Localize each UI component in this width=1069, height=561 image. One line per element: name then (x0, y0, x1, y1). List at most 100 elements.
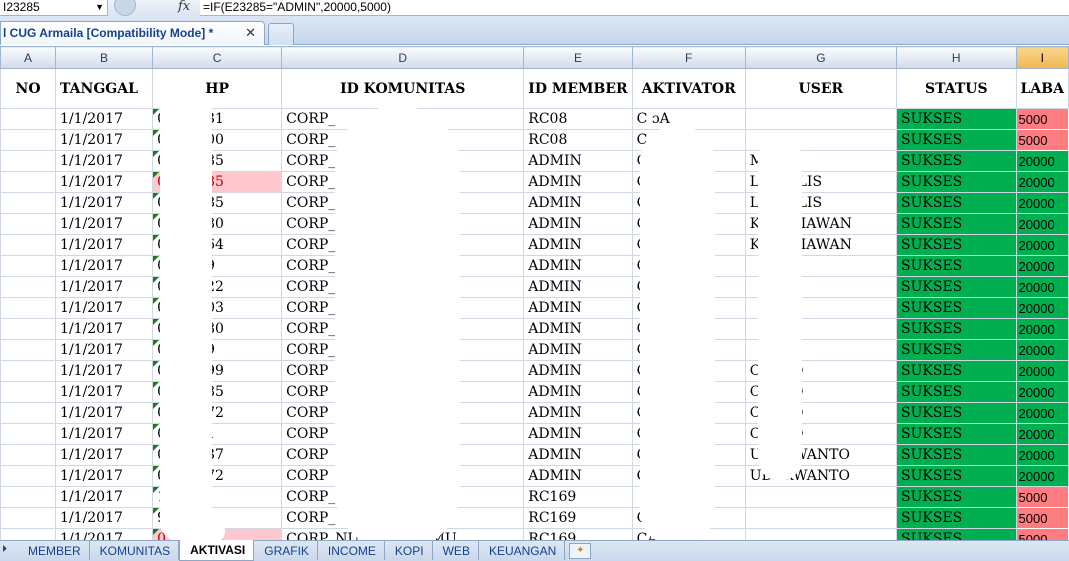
cell-status[interactable]: SUKSES (896, 171, 1017, 193)
cell-tanggal[interactable]: 1/1/2017 (55, 507, 154, 529)
cell-id-member[interactable]: ADMIN (523, 150, 633, 172)
cell-laba[interactable]: 5000 (1015, 486, 1069, 508)
cell-user[interactable] (744, 507, 898, 529)
cell-status[interactable]: SUKSES (896, 255, 1017, 277)
cell-laba[interactable]: 20000 (1015, 339, 1069, 361)
cell-id-member[interactable]: RC08 (523, 108, 633, 130)
cell-id-member[interactable]: ADMIN (523, 423, 633, 445)
cell-laba[interactable]: 20000 (1015, 381, 1069, 403)
cell-no[interactable] (0, 465, 57, 487)
cell-laba[interactable]: 5000 (1015, 129, 1069, 151)
cell-laba[interactable]: 20000 (1015, 444, 1069, 466)
cell-tanggal[interactable]: 1/1/2017 (55, 297, 154, 319)
sheet-tab-member[interactable]: MEMBER (18, 541, 90, 560)
cell-id-member[interactable]: ADMIN (523, 465, 633, 487)
name-box[interactable]: I23285 ▼ (0, 0, 108, 16)
cell-laba[interactable]: 20000 (1015, 150, 1069, 172)
cell-laba[interactable]: 20000 (1015, 465, 1069, 487)
cell-tanggal[interactable]: 1/1/2017 (55, 423, 154, 445)
cell-tanggal[interactable]: 1/1/2017 (55, 255, 154, 277)
sheet-tab-kopi[interactable]: KOPI (385, 541, 433, 560)
cell-laba[interactable]: 20000 (1015, 423, 1069, 445)
cell-user[interactable] (744, 528, 898, 540)
cell-tanggal[interactable]: 1/1/2017 (55, 402, 154, 424)
cell-id-member[interactable]: ADMIN (523, 192, 633, 214)
cell-status[interactable]: SUKSES (896, 402, 1017, 424)
cell-tanggal[interactable]: 1/1/2017 (55, 465, 154, 487)
cell-no[interactable] (0, 339, 57, 361)
cell-id-member[interactable]: RC169 (523, 486, 633, 508)
cell-status[interactable]: SUKSES (896, 507, 1017, 529)
cell-id-member[interactable]: ADMIN (523, 444, 633, 466)
cell-laba[interactable]: 20000 (1015, 402, 1069, 424)
column-header-e[interactable]: E (523, 46, 633, 69)
cell-laba[interactable]: 20000 (1015, 318, 1069, 340)
column-header-f[interactable]: F (631, 46, 746, 69)
cell-tanggal[interactable]: 1/1/2017 (55, 486, 154, 508)
field-header-cell[interactable]: TANGGAL (55, 68, 154, 109)
cell-no[interactable] (0, 213, 57, 235)
cell-laba[interactable]: 20000 (1015, 171, 1069, 193)
formula-input[interactable]: =IF(E23285="ADMIN",20000,5000) (203, 0, 391, 15)
cell-no[interactable] (0, 192, 57, 214)
column-header-d[interactable]: D (281, 46, 525, 69)
cell-laba[interactable]: 20000 (1015, 276, 1069, 298)
cell-laba[interactable]: 20000 (1015, 360, 1069, 382)
cell-tanggal[interactable]: 1/1/2017 (55, 318, 154, 340)
field-header-cell[interactable]: STATUS (896, 68, 1017, 109)
sheet-tab-komunitas[interactable]: KOMUNITAS (90, 541, 180, 560)
cell-laba[interactable]: 5000 (1015, 528, 1069, 540)
column-header-c[interactable]: C (152, 46, 283, 69)
field-header-cell[interactable]: LABA (1015, 68, 1069, 109)
field-header-cell[interactable]: ID MEMBER (523, 68, 633, 109)
sheet-nav-icon[interactable]: ⏵ (2, 544, 7, 555)
cell-status[interactable]: SUKSES (896, 150, 1017, 172)
cell-status[interactable]: SUKSES (896, 360, 1017, 382)
cell-no[interactable] (0, 108, 57, 130)
cell-id-member[interactable]: ADMIN (523, 318, 633, 340)
column-header-a[interactable]: A (0, 46, 57, 69)
cell-id-member[interactable]: ADMIN (523, 297, 633, 319)
insert-function-icon[interactable]: fx (178, 0, 190, 14)
cell-no[interactable] (0, 255, 57, 277)
cell-tanggal[interactable]: 1/1/2017 (55, 444, 154, 466)
cell-status[interactable]: SUKSES (896, 276, 1017, 298)
cell-no[interactable] (0, 528, 57, 540)
cell-tanggal[interactable]: 1/1/2017 (55, 129, 154, 151)
cell-status[interactable]: SUKSES (896, 234, 1017, 256)
sheet-tab-grafik[interactable]: GRAFIK (254, 541, 318, 560)
cell-status[interactable]: SUKSES (896, 129, 1017, 151)
column-header-g[interactable]: G (744, 46, 898, 69)
sheet-tab-income[interactable]: INCOME (318, 541, 385, 560)
cell-no[interactable] (0, 171, 57, 193)
cell-id-member[interactable]: ADMIN (523, 255, 633, 277)
cell-laba[interactable]: 5000 (1015, 507, 1069, 529)
cell-laba[interactable]: 20000 (1015, 234, 1069, 256)
sheet-tab-aktivasi[interactable]: AKTIVASI (179, 540, 255, 561)
sheet-tab-keuangan[interactable]: KEUANGAN (479, 541, 566, 560)
cell-id-member[interactable]: ADMIN (523, 381, 633, 403)
cell-tanggal[interactable]: 1/1/2017 (55, 192, 154, 214)
cell-user[interactable] (744, 486, 898, 508)
cell-no[interactable] (0, 276, 57, 298)
field-header-cell[interactable]: AKTIVATOR (631, 68, 746, 109)
cell-id-member[interactable]: ADMIN (523, 339, 633, 361)
cell-status[interactable]: SUKSES (896, 423, 1017, 445)
cell-status[interactable]: SUKSES (896, 213, 1017, 235)
cell-no[interactable] (0, 444, 57, 466)
cell-laba[interactable]: 20000 (1015, 297, 1069, 319)
cell-tanggal[interactable]: 1/1/2017 (55, 108, 154, 130)
cell-laba[interactable]: 20000 (1015, 192, 1069, 214)
cell-no[interactable] (0, 360, 57, 382)
cell-id-member[interactable]: RC169 (523, 507, 633, 529)
cell-id-member[interactable]: ADMIN (523, 234, 633, 256)
cell-id-member[interactable]: ADMIN (523, 360, 633, 382)
expand-icon[interactable] (114, 0, 136, 16)
cell-tanggal[interactable]: 1/1/2017 (55, 234, 154, 256)
cell-status[interactable]: SUKSES (896, 318, 1017, 340)
cell-tanggal[interactable]: 1/1/2017 (55, 381, 154, 403)
sheet-tab-web[interactable]: WEB (433, 541, 479, 560)
field-header-cell[interactable]: NO (0, 68, 57, 109)
cell-status[interactable]: SUKSES (896, 381, 1017, 403)
cell-status[interactable]: SUKSES (896, 465, 1017, 487)
